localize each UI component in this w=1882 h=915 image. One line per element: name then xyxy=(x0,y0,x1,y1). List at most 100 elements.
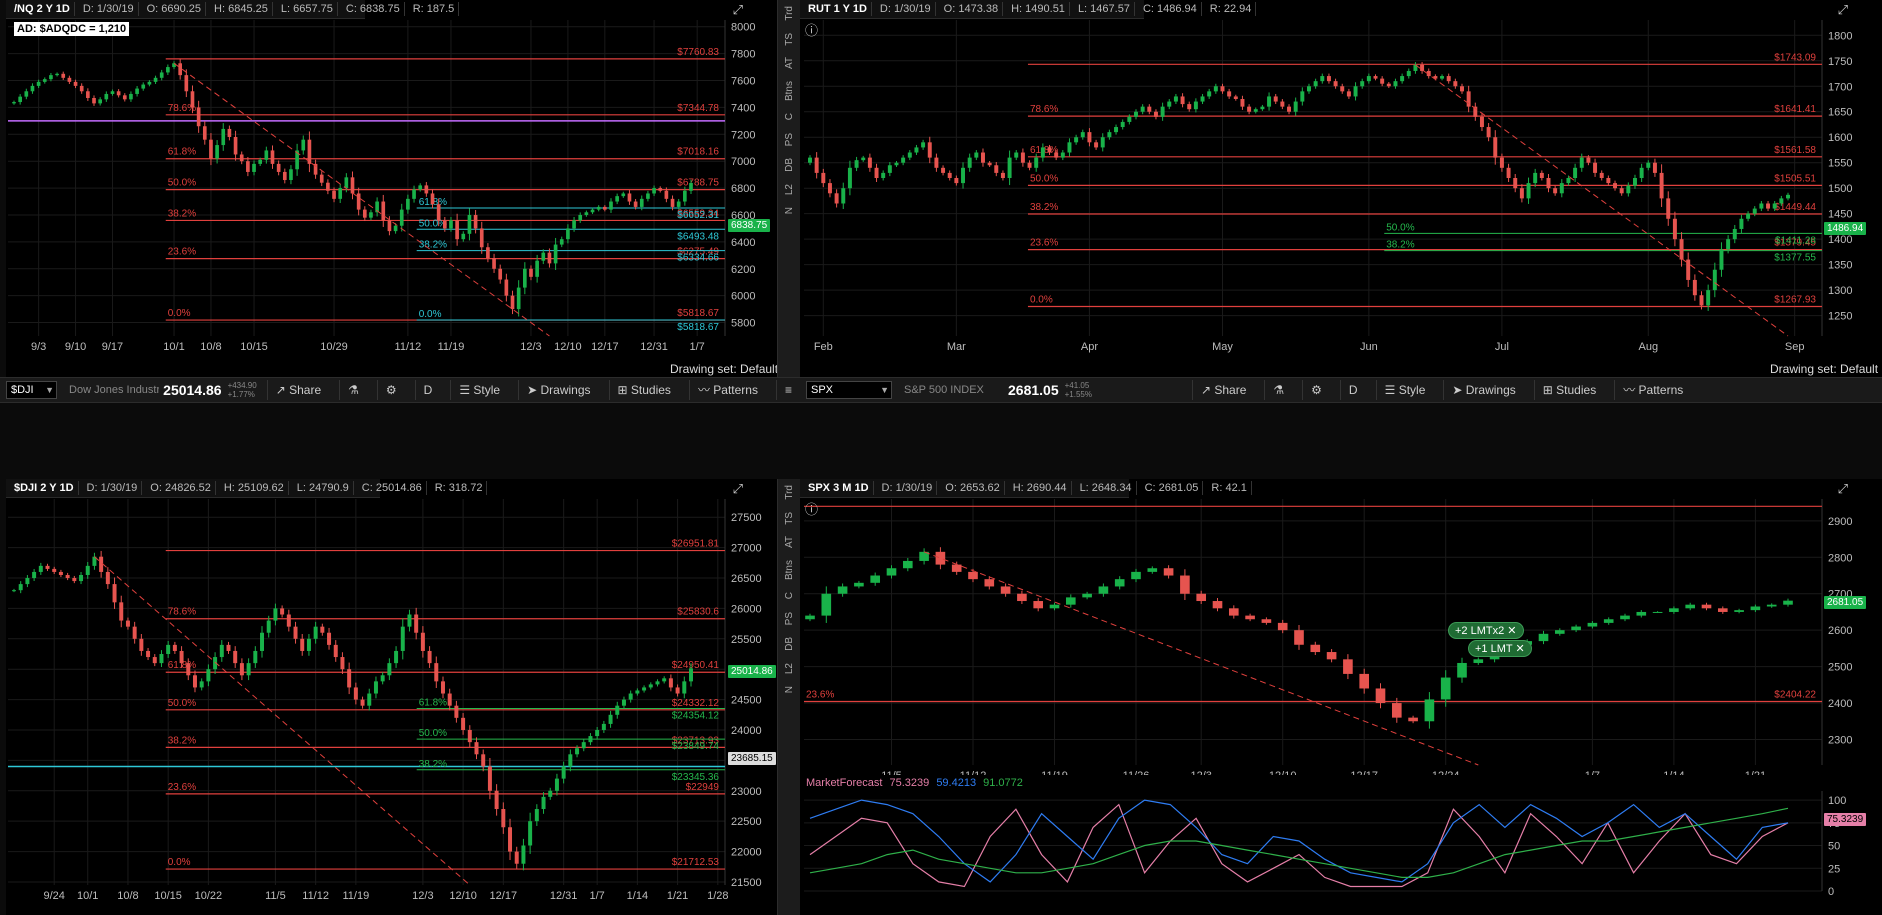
expand-icon[interactable]: ⤢ xyxy=(733,481,743,497)
fib-price-label: $24332.12 xyxy=(672,698,720,709)
candle-body xyxy=(1626,185,1631,194)
candle-body xyxy=(1646,162,1651,168)
candle-body xyxy=(847,167,852,189)
side-tab-ps[interactable]: PS xyxy=(784,606,795,631)
side-tab-at[interactable]: AT xyxy=(784,530,795,554)
limit-order-tag-1[interactable]: +2 LMTx2 ✕ xyxy=(1448,622,1524,639)
side-tab-c[interactable]: C xyxy=(784,107,795,126)
side-tab-btns[interactable]: Btns xyxy=(784,554,795,586)
menu-icon[interactable]: ≡ xyxy=(775,380,800,400)
candle-body xyxy=(521,845,526,864)
candle-body xyxy=(280,608,285,615)
y-tick-label: 1650 xyxy=(1828,107,1852,119)
expand-icon[interactable]: ⤢ xyxy=(1838,481,1848,497)
spx-share-button[interactable]: ↗ Share xyxy=(1191,380,1254,400)
flask-icon[interactable]: ⚗ xyxy=(1264,380,1292,400)
dji-chart[interactable]: 2150022000225002300023500240002450025000… xyxy=(6,479,777,915)
dji-patterns-button[interactable]: 〰 Patterns xyxy=(688,380,766,400)
candle-body xyxy=(1734,610,1744,612)
fib-price-label: $22949 xyxy=(686,782,720,793)
dji-aggregation-button[interactable]: D xyxy=(414,380,441,400)
limit-order-tag-2[interactable]: +1 LMT ✕ xyxy=(1468,640,1532,657)
rut-open: O: 1473.38 xyxy=(940,2,1004,16)
candle-body xyxy=(369,212,373,218)
candle-body xyxy=(454,705,459,718)
close-icon[interactable]: ✕ xyxy=(1507,625,1516,637)
side-tab-ts[interactable]: TS xyxy=(784,27,795,52)
spx-style-button[interactable]: ☰ Style xyxy=(1375,380,1434,400)
marketforecast-chart[interactable]: 0255075100 xyxy=(800,775,1882,915)
candle-body xyxy=(442,220,447,229)
info-icon[interactable]: ⓘ xyxy=(805,499,818,518)
candle-body xyxy=(1247,106,1252,112)
spx-patterns-button[interactable]: 〰 Patterns xyxy=(1614,380,1691,400)
dji-studies-button[interactable]: ⊞ Studies xyxy=(608,380,679,400)
side-tab-l2[interactable]: L2 xyxy=(784,178,795,201)
side-tab-trd[interactable]: Trd xyxy=(784,479,795,506)
fib2-percent-label: 50.0% xyxy=(1386,222,1414,233)
dji-style-button[interactable]: ☰ Style xyxy=(450,380,508,400)
candle-body xyxy=(870,575,881,583)
side-tab-ps[interactable]: PS xyxy=(784,127,795,152)
side-tab-c[interactable]: C xyxy=(784,586,795,605)
rut-chart[interactable]: 1250 1300 1350 1400 1450 1500 1550 1600 1650 1700… xyxy=(800,0,1882,378)
candle-body xyxy=(534,809,539,822)
candle-body xyxy=(301,139,306,151)
candle-body xyxy=(1280,101,1285,107)
dji-description: Dow Jones Industrial Average xyxy=(69,384,160,396)
expand-icon[interactable]: ⤢ xyxy=(1838,2,1848,18)
x-tick-label: 11/5 xyxy=(265,890,286,902)
side-tab-trd[interactable]: Trd xyxy=(784,0,795,27)
candle-body xyxy=(1080,132,1085,138)
side-tab-db[interactable]: DB xyxy=(784,152,795,178)
fib-price-label: $1267.93 xyxy=(1774,294,1816,305)
y-tick-label: 2900 xyxy=(1828,516,1852,528)
dji-symbol-selector[interactable]: $DJI ▼ xyxy=(6,381,58,399)
spx-symbol-selector[interactable]: SPX ▼ xyxy=(806,381,892,399)
close-icon[interactable]: ✕ xyxy=(1515,643,1524,655)
info-icon[interactable]: ⓘ xyxy=(805,20,818,39)
flask-icon[interactable]: ⚗ xyxy=(339,380,367,400)
spx-drawings-button[interactable]: ➤ Drawings xyxy=(1443,380,1523,400)
candle-body xyxy=(461,233,466,240)
candle-body xyxy=(350,177,355,194)
side-tab-n[interactable]: N xyxy=(784,680,795,699)
candle-body xyxy=(467,214,472,234)
rut-drawing-set[interactable]: Drawing set: Default xyxy=(1770,362,1878,376)
candle-body xyxy=(874,167,879,178)
spx-aggregation-button[interactable]: D xyxy=(1339,380,1366,400)
candle-body xyxy=(1167,101,1172,107)
side-tab-at[interactable]: AT xyxy=(784,51,795,75)
fib-percent-label: 23.6% xyxy=(168,247,196,258)
spx-studies-button[interactable]: ⊞ Studies xyxy=(1533,380,1604,400)
nq-chart[interactable]: 5800600062006400660068007000720074007600… xyxy=(6,0,777,378)
nq-drawing-set[interactable]: Drawing set: Default xyxy=(670,362,777,376)
fib-price-label: $25830.6 xyxy=(677,607,719,618)
side-tab-btns[interactable]: Btns xyxy=(784,75,795,107)
candle-body xyxy=(1326,652,1337,660)
side-tab-db[interactable]: DB xyxy=(784,631,795,657)
dji-share-button[interactable]: ↗ Share xyxy=(266,380,329,400)
candle-body xyxy=(192,675,197,688)
y-tick-label: 7800 xyxy=(731,49,755,61)
candle-body xyxy=(18,584,23,591)
candle-body xyxy=(1603,619,1614,623)
expand-icon[interactable]: ⤢ xyxy=(733,2,743,18)
candle-body xyxy=(139,638,144,651)
gear-icon[interactable]: ⚙ xyxy=(1302,380,1330,400)
dji-header: $DJI 2 Y 1D D: 1/30/19 O: 24826.52 H: 25… xyxy=(6,479,488,498)
candle-body xyxy=(987,162,992,166)
side-tab-l2[interactable]: L2 xyxy=(784,657,795,680)
spx-chart[interactable]: 230024002500260027002800290011/511/1211/… xyxy=(800,479,1882,775)
fib2-percent-label: 38.2% xyxy=(419,240,447,251)
dji-chart-symbol: $DJI 2 Y 1D xyxy=(10,481,79,495)
gear-icon[interactable]: ⚙ xyxy=(376,380,405,400)
candle-body xyxy=(1717,608,1728,612)
dji-drawings-button[interactable]: ➤ Drawings xyxy=(518,380,598,400)
candle-body xyxy=(559,239,564,245)
candle-body xyxy=(1440,76,1445,79)
candle-body xyxy=(313,626,318,639)
candle-body xyxy=(590,209,595,213)
side-tab-n[interactable]: N xyxy=(784,201,795,220)
side-tab-ts[interactable]: TS xyxy=(784,506,795,531)
